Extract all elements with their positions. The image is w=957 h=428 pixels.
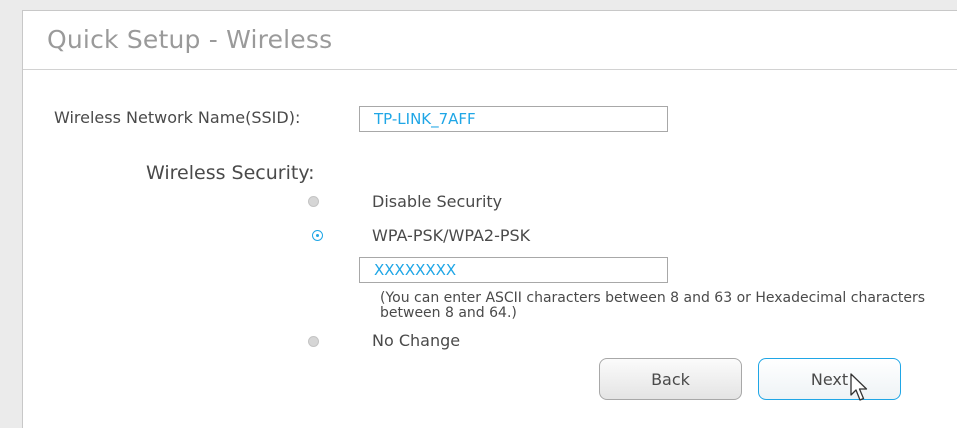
- ssid-label: Wireless Network Name(SSID):: [54, 108, 301, 127]
- page-title: Quick Setup - Wireless: [47, 25, 333, 54]
- title-bar: Quick Setup - Wireless: [23, 11, 957, 70]
- radio-label-no-change: No Change: [372, 331, 461, 350]
- next-button[interactable]: Next: [758, 358, 901, 400]
- radio-wpa-psk[interactable]: [312, 230, 323, 241]
- wireless-security-label: Wireless Security:: [146, 162, 315, 184]
- password-input[interactable]: [359, 257, 668, 283]
- radio-label-disable-security: Disable Security: [372, 192, 503, 211]
- mouse-pointer-icon: [850, 373, 868, 401]
- password-hint: (You can enter ASCII characters between …: [380, 290, 926, 321]
- radio-no-change[interactable]: [308, 336, 319, 347]
- quick-setup-panel: Quick Setup - Wireless Wireless Network …: [22, 10, 957, 428]
- radio-label-wpa-psk: WPA-PSK/WPA2-PSK: [372, 226, 531, 245]
- radio-disable-security[interactable]: [308, 196, 319, 207]
- ssid-input[interactable]: [359, 106, 668, 132]
- back-button[interactable]: Back: [599, 358, 742, 400]
